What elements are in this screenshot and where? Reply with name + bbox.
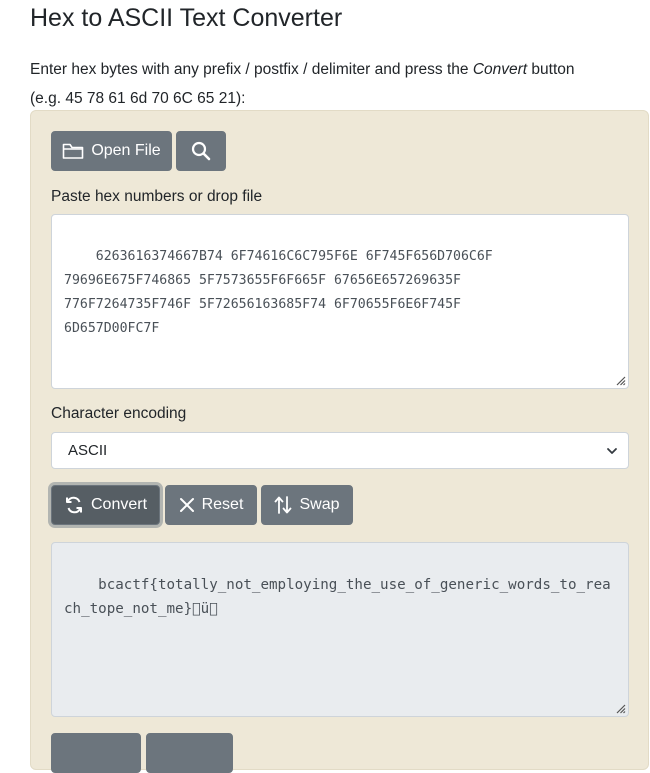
intro-convert-word: Convert — [472, 61, 528, 78]
encoding-select[interactable]: ASCII — [51, 432, 629, 469]
reset-label: Reset — [201, 496, 244, 513]
refresh-icon — [64, 495, 84, 515]
open-file-button[interactable]: Open File — [51, 131, 172, 171]
encoding-selected-value: ASCII — [68, 442, 108, 459]
close-icon — [179, 497, 195, 513]
reset-button[interactable]: Reset — [165, 485, 257, 525]
resize-grip-icon[interactable] — [614, 702, 626, 714]
output-action-button-1[interactable] — [51, 733, 141, 773]
hex-input-label: Paste hex numbers or drop file — [51, 188, 263, 205]
search-icon — [191, 141, 211, 161]
search-button[interactable] — [176, 131, 226, 171]
swap-button[interactable]: Swap — [261, 485, 353, 525]
hex-input-textarea[interactable]: 6263616374667B74 6F74616C6C795F6E 6F745F… — [51, 214, 629, 389]
page-title: Hex to ASCII Text Converter — [30, 4, 343, 32]
convert-button[interactable]: Convert — [51, 485, 160, 525]
converter-panel: Open File Paste hex numbers or drop file… — [30, 110, 649, 773]
open-file-label: Open File — [91, 142, 161, 159]
intro-text: Enter hex bytes with any prefix / postfi… — [30, 55, 640, 113]
swap-label: Swap — [299, 496, 340, 513]
intro-line-1: Enter hex bytes with any prefix / postfi… — [30, 55, 640, 84]
chevron-down-icon — [607, 448, 617, 454]
resize-grip-icon[interactable] — [614, 374, 626, 386]
output-action-button-2[interactable] — [146, 733, 233, 773]
ascii-output-textarea[interactable]: bcactf{totally_not_employing_the_use_of_… — [51, 542, 629, 717]
ascii-output-value: bcactf{totally_not_employing_the_use_of_… — [64, 577, 611, 617]
encoding-label: Character encoding — [51, 405, 187, 422]
folder-icon — [62, 142, 84, 160]
hex-input-value: 6263616374667B74 6F74616C6C795F6E 6F745F… — [64, 249, 493, 336]
intro-suffix: button — [527, 61, 575, 78]
convert-label: Convert — [90, 496, 148, 513]
swap-arrows-icon — [274, 495, 292, 515]
intro-prefix: Enter hex bytes with any prefix / postfi… — [30, 61, 473, 78]
intro-example: (e.g. 45 78 61 6d 70 6C 65 21): — [30, 90, 246, 107]
